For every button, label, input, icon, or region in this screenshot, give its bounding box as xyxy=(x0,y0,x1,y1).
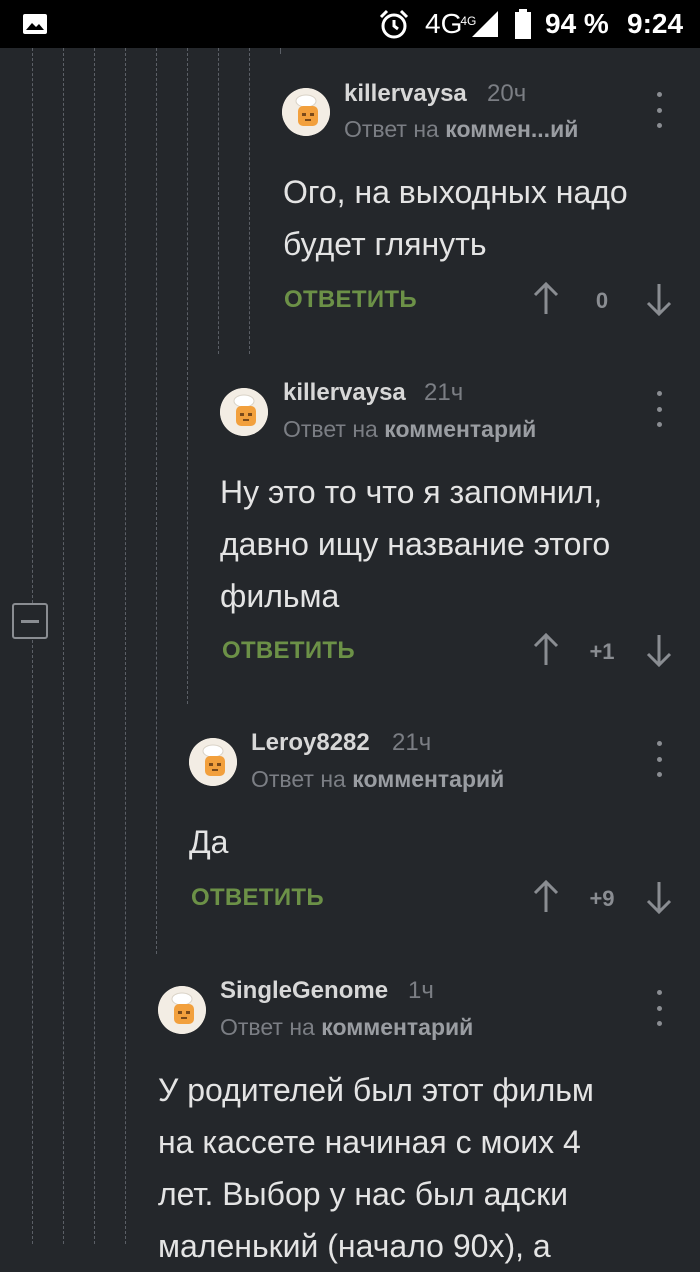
comment-username[interactable]: SingleGenome xyxy=(220,977,388,1005)
thread-line xyxy=(187,48,188,704)
more-icon[interactable] xyxy=(647,741,671,777)
avatar-chef-icon xyxy=(189,738,237,786)
comment-rating: +1 xyxy=(589,639,615,664)
avatar-chef-icon xyxy=(282,88,330,136)
more-icon[interactable] xyxy=(647,92,671,128)
avatar[interactable] xyxy=(282,88,330,136)
downvote-icon[interactable] xyxy=(645,880,673,914)
collapse-thread-button[interactable] xyxy=(12,603,48,639)
signal-icon xyxy=(470,0,500,48)
thread-line xyxy=(32,48,33,603)
battery-percent: 94 % xyxy=(545,8,609,39)
comment-username[interactable]: killervaysa xyxy=(344,80,467,108)
comment-rating: +9 xyxy=(589,886,615,911)
network-type: 4G 4G xyxy=(425,8,477,39)
reply-button[interactable]: ОТВЕТИТЬ xyxy=(191,884,324,912)
thread-line xyxy=(218,48,219,354)
collapse-icon xyxy=(21,619,39,623)
thread-line xyxy=(94,48,95,1244)
thread-line xyxy=(63,48,64,1244)
comment-time: 1ч xyxy=(408,977,434,1004)
reply-to[interactable]: Ответ на комментарий xyxy=(220,1014,473,1041)
comment-text: У родителей был этот фильм на кассете на… xyxy=(158,1072,594,1264)
reply-to[interactable]: Ответ на комментарий xyxy=(251,766,504,793)
clock: 9:24 xyxy=(627,8,684,39)
comment-time: 21ч xyxy=(392,729,432,756)
avatar[interactable] xyxy=(158,986,206,1034)
avatar-chef-icon xyxy=(220,388,268,436)
avatar[interactable] xyxy=(189,738,237,786)
upvote-icon[interactable] xyxy=(532,880,560,914)
battery-icon xyxy=(513,0,533,48)
upvote-icon[interactable] xyxy=(532,633,560,667)
alarm-icon xyxy=(378,0,410,48)
comment-text: Ого, на выходных надо будет глянуть xyxy=(283,174,628,262)
more-icon[interactable] xyxy=(647,990,671,1026)
thread-line xyxy=(125,48,126,1244)
reply-to[interactable]: Ответ на коммен...ий xyxy=(344,116,578,143)
status-bar: 4G 4G 94 % 9:24 xyxy=(0,0,700,48)
thread-line xyxy=(280,48,281,54)
downvote-icon[interactable] xyxy=(645,282,673,316)
upvote-icon[interactable] xyxy=(532,282,560,316)
comment-text: Ну это то что я запомнил, давно ищу назв… xyxy=(220,474,611,614)
comment-rating: 0 xyxy=(595,288,609,313)
downvote-icon[interactable] xyxy=(645,633,673,667)
thread-line xyxy=(156,48,157,954)
thread-line xyxy=(249,48,250,354)
reply-to[interactable]: Ответ на комментарий xyxy=(283,416,536,443)
gallery-icon xyxy=(22,0,48,48)
comment-time: 20ч xyxy=(487,80,527,107)
avatar-chef-icon xyxy=(158,986,206,1034)
more-icon[interactable] xyxy=(647,391,671,427)
comment-username[interactable]: Leroy8282 xyxy=(251,729,370,757)
thread-line xyxy=(32,640,33,1244)
avatar[interactable] xyxy=(220,388,268,436)
comment-username[interactable]: killervaysa xyxy=(283,379,406,407)
comment-text: Да xyxy=(189,824,229,860)
reply-button[interactable]: ОТВЕТИТЬ xyxy=(284,286,417,314)
reply-button[interactable]: ОТВЕТИТЬ xyxy=(222,637,355,665)
comment-time: 21ч xyxy=(424,379,464,406)
